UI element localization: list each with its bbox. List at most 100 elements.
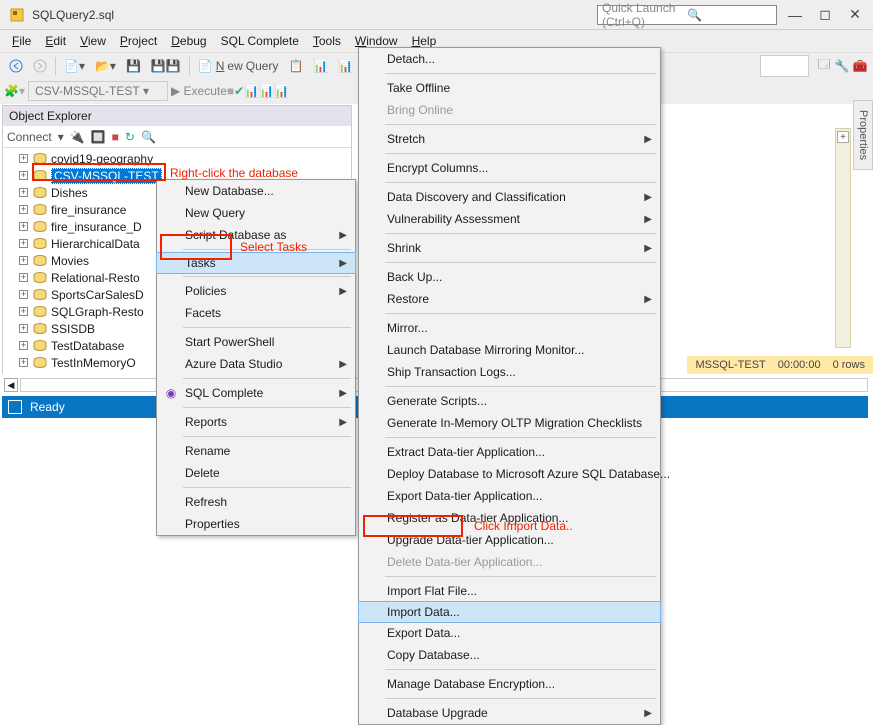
database-icon [33, 340, 47, 352]
connect-icon[interactable]: 🧩 [4, 84, 19, 98]
add-tab-icon[interactable]: + [837, 131, 849, 143]
task-extract-dac[interactable]: Extract Data-tier Application... [359, 441, 660, 463]
toolbox-icon[interactable]: 🧰 [851, 57, 869, 75]
db-engine-query-icon[interactable]: 📋 [284, 58, 307, 74]
ctx-azure-data-studio[interactable]: Azure Data Studio▶ [157, 353, 355, 375]
task-data-discovery[interactable]: Data Discovery and Classification▶ [359, 186, 660, 208]
menu-edit[interactable]: Edit [39, 32, 72, 50]
parse-icon[interactable]: ✔ [234, 84, 244, 98]
task-upgrade-dac[interactable]: Upgrade Data-tier Application... [359, 529, 660, 551]
menu-sqlcomplete[interactable]: SQL Complete [215, 32, 305, 50]
as-icon[interactable]: 📊 [309, 58, 332, 74]
task-register-dac[interactable]: Register as Data-tier Application... [359, 507, 660, 529]
expand-icon[interactable]: + [19, 171, 28, 180]
execute-button[interactable]: ▶ Execute [171, 84, 227, 98]
database-icon [33, 153, 47, 165]
wrench-icon[interactable]: 🔧 [833, 57, 851, 75]
menu-view[interactable]: View [74, 32, 112, 50]
task-import-data[interactable]: Import Data... [358, 601, 661, 623]
ctx-refresh[interactable]: Refresh [157, 491, 355, 513]
save-all-button[interactable]: 💾💾 [147, 58, 185, 74]
search-icon: 🔍 [687, 8, 772, 22]
task-vulnerability[interactable]: Vulnerability Assessment▶ [359, 208, 660, 230]
xmla-icon[interactable]: 📊 [334, 58, 357, 74]
task-export-data[interactable]: Export Data... [359, 622, 660, 644]
task-take-offline[interactable]: Take Offline [359, 77, 660, 99]
solution-combo[interactable] [760, 55, 809, 77]
menu-tools[interactable]: Tools [307, 32, 347, 50]
ctx-properties[interactable]: Properties [157, 513, 355, 535]
maximize-button[interactable]: ◻ [817, 7, 833, 23]
close-button[interactable]: ✕ [847, 7, 863, 23]
minimize-button[interactable]: — [787, 7, 803, 23]
task-detach[interactable]: Detach... [359, 48, 660, 70]
ctx-script-database[interactable]: Script Database as▶ [157, 224, 355, 246]
expand-icon[interactable]: + [19, 222, 28, 231]
plan2-icon[interactable]: 📊 [259, 84, 274, 98]
ctx-facets[interactable]: Facets [157, 302, 355, 324]
expand-icon[interactable]: + [19, 273, 28, 282]
oe-filter-icon[interactable]: 🔌 [70, 130, 85, 144]
expand-icon[interactable]: + [19, 239, 28, 248]
change-conn-icon[interactable]: ▾ [19, 84, 25, 98]
new-query-button[interactable]: 📄 New Query [194, 58, 283, 74]
task-shrink[interactable]: Shrink▶ [359, 237, 660, 259]
connect-label[interactable]: Connect [7, 130, 52, 144]
well-tab[interactable]: + [835, 128, 851, 348]
task-ship-tx[interactable]: Ship Transaction Logs... [359, 361, 660, 383]
save-button[interactable]: 💾 [122, 58, 145, 74]
task-copy-db[interactable]: Copy Database... [359, 644, 660, 666]
expand-icon[interactable]: + [19, 290, 28, 299]
properties-icon[interactable]: 🗔 [815, 57, 833, 75]
expand-icon[interactable]: + [19, 358, 28, 367]
properties-tab[interactable]: Properties [853, 100, 873, 170]
ctx-policies[interactable]: Policies▶ [157, 280, 355, 302]
scroll-left-icon[interactable]: ◀ [4, 378, 18, 392]
expand-icon[interactable]: + [19, 256, 28, 265]
expand-icon[interactable]: + [19, 324, 28, 333]
ctx-new-database[interactable]: New Database... [157, 180, 355, 202]
task-restore[interactable]: Restore▶ [359, 288, 660, 310]
nav-back-button[interactable] [5, 58, 27, 74]
task-launch-mirror[interactable]: Launch Database Mirroring Monitor... [359, 339, 660, 361]
oe-disconnect-icon[interactable]: 🔲 [91, 130, 106, 144]
nav-fwd-button[interactable] [29, 58, 51, 74]
new-button[interactable]: 📄▾ [60, 58, 89, 74]
ctx-delete[interactable]: Delete [157, 462, 355, 484]
task-stretch[interactable]: Stretch▶ [359, 128, 660, 150]
task-deploy-azure[interactable]: Deploy Database to Microsoft Azure SQL D… [359, 463, 660, 485]
menu-debug[interactable]: Debug [165, 32, 212, 50]
expand-icon[interactable]: + [19, 154, 28, 163]
ctx-rename[interactable]: Rename [157, 440, 355, 462]
ctx-sql-complete[interactable]: ◉SQL Complete▶ [157, 382, 355, 404]
ctx-reports[interactable]: Reports▶ [157, 411, 355, 433]
expand-icon[interactable]: + [19, 307, 28, 316]
open-button[interactable]: 📂▾ [91, 58, 120, 74]
oe-filter2-icon[interactable]: 🔍 [141, 130, 156, 144]
database-combo[interactable]: CSV-MSSQL-TEST ▾ [28, 81, 168, 101]
menu-project[interactable]: Project [114, 32, 163, 50]
cancel-exec-icon[interactable]: ■ [227, 84, 234, 98]
ctx-new-query[interactable]: New Query [157, 202, 355, 224]
task-encrypt[interactable]: Encrypt Columns... [359, 157, 660, 179]
expand-icon[interactable]: + [19, 205, 28, 214]
task-mirror[interactable]: Mirror... [359, 317, 660, 339]
task-gen-oltp[interactable]: Generate In-Memory OLTP Migration Checkl… [359, 412, 660, 434]
ctx-start-powershell[interactable]: Start PowerShell [157, 331, 355, 353]
oe-refresh-icon[interactable]: ↻ [125, 130, 135, 144]
plan-icon[interactable]: 📊 [244, 84, 259, 98]
task-import-flat[interactable]: Import Flat File... [359, 580, 660, 602]
ctx-tasks[interactable]: Tasks▶ [156, 252, 356, 274]
task-gen-scripts[interactable]: Generate Scripts... [359, 390, 660, 412]
task-backup[interactable]: Back Up... [359, 266, 660, 288]
oe-stop-icon[interactable]: ■ [112, 130, 119, 144]
task-export-dac[interactable]: Export Data-tier Application... [359, 485, 660, 507]
menu-file[interactable]: File [6, 32, 37, 50]
quick-launch-input[interactable]: Quick Launch (Ctrl+Q) 🔍 [597, 5, 777, 25]
tree-node[interactable]: +covid19-geography [3, 150, 351, 167]
plan3-icon[interactable]: 📊 [274, 84, 289, 98]
task-manage-encryption[interactable]: Manage Database Encryption... [359, 673, 660, 695]
task-db-upgrade[interactable]: Database Upgrade▶ [359, 702, 660, 724]
expand-icon[interactable]: + [19, 188, 28, 197]
expand-icon[interactable]: + [19, 341, 28, 350]
